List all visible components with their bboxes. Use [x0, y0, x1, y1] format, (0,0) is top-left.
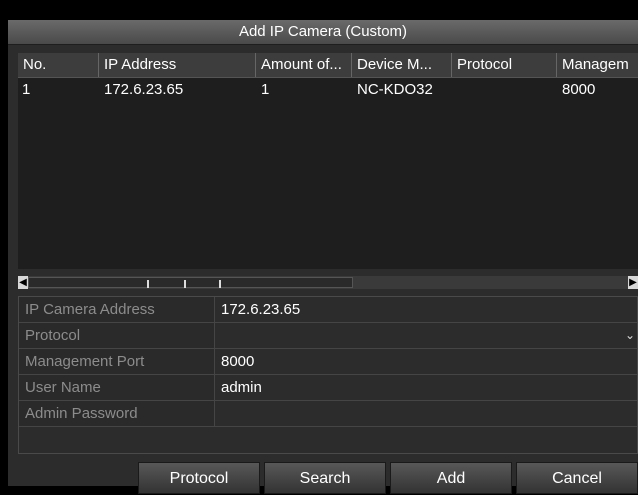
- camera-settings-form: IP Camera Address 172.6.23.65 Protocol ⌄…: [18, 296, 638, 454]
- user-name-field[interactable]: admin: [215, 375, 637, 400]
- admin-password-field[interactable]: [215, 401, 637, 426]
- column-protocol[interactable]: Protocol: [451, 53, 556, 77]
- column-management-port[interactable]: Managem: [556, 53, 638, 77]
- cell-amount: 1: [261, 81, 270, 98]
- admin-password-row: Admin Password: [19, 401, 637, 427]
- protocol-row: Protocol ⌄: [19, 323, 637, 349]
- add-button[interactable]: Add: [390, 462, 512, 494]
- chevron-down-icon[interactable]: ⌄: [625, 323, 635, 348]
- column-device-model[interactable]: Device M...: [351, 53, 451, 77]
- cell-protocol: [451, 78, 556, 102]
- protocol-button[interactable]: Protocol: [138, 462, 260, 494]
- grip-tick-icon: [184, 280, 186, 288]
- ip-address-row: IP Camera Address 172.6.23.65: [19, 297, 637, 323]
- column-ip-address[interactable]: IP Address: [98, 53, 255, 77]
- table-header: No. IP Address Amount of... Device M... …: [18, 53, 638, 78]
- camera-table: No. IP Address Amount of... Device M... …: [18, 53, 638, 269]
- user-name-row: User Name admin: [19, 375, 637, 401]
- ip-address-field[interactable]: 172.6.23.65: [215, 297, 637, 322]
- cancel-button[interactable]: Cancel: [516, 462, 638, 494]
- dialog-title: Add IP Camera (Custom): [8, 20, 638, 45]
- table-row[interactable]: 1 172.6.23.65 1 NC-KDO32 8000: [18, 78, 638, 102]
- column-amount[interactable]: Amount of...: [255, 53, 351, 77]
- cell-management-port: 8000: [562, 81, 596, 98]
- grip-tick-icon: [219, 280, 221, 288]
- admin-password-label: Admin Password: [19, 401, 215, 426]
- cell-device-model: NC-KDO32: [357, 81, 433, 98]
- column-no[interactable]: No.: [18, 53, 98, 77]
- horizontal-scrollbar[interactable]: ◀ ▶: [18, 276, 638, 289]
- management-port-row: Management Port 8000: [19, 349, 637, 375]
- ip-address-label: IP Camera Address: [19, 297, 215, 322]
- management-port-label: Management Port: [19, 349, 215, 374]
- chevron-left-icon[interactable]: ◀: [18, 276, 28, 289]
- chevron-right-icon[interactable]: ▶: [628, 276, 638, 289]
- protocol-label: Protocol: [19, 323, 215, 348]
- management-port-field[interactable]: 8000: [215, 349, 637, 374]
- protocol-select[interactable]: ⌄: [215, 323, 637, 348]
- add-ip-camera-dialog: Add IP Camera (Custom) No. IP Address Am…: [8, 20, 638, 494]
- grip-tick-icon: [147, 280, 149, 288]
- cell-no: 1: [22, 81, 31, 98]
- search-button[interactable]: Search: [264, 462, 386, 494]
- scrollbar-thumb[interactable]: [28, 277, 353, 288]
- user-name-label: User Name: [19, 375, 215, 400]
- cell-ip-address: 172.6.23.65: [104, 81, 184, 98]
